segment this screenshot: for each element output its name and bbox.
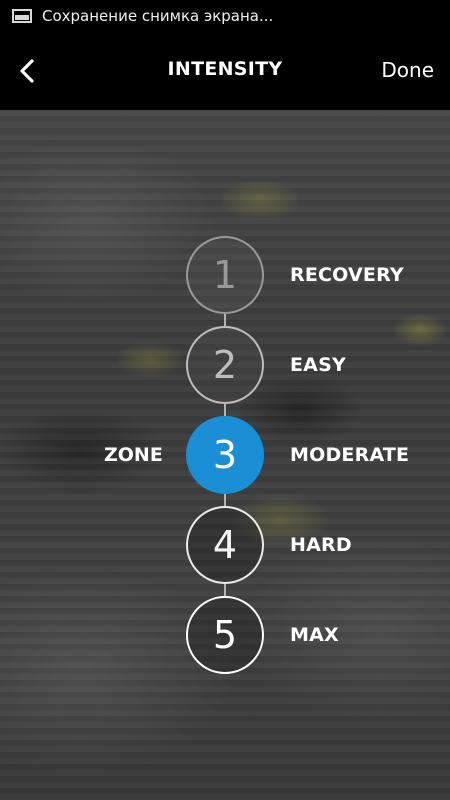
zone-option-1[interactable]: 1 RECOVERY (0, 236, 450, 314)
zone-option-4[interactable]: 4 HARD (0, 506, 450, 584)
zone-label: HARD (290, 534, 352, 556)
zone-number: 4 (186, 506, 264, 584)
zone-connector (224, 494, 226, 506)
zone-connector (224, 404, 226, 416)
zone-option-5[interactable]: 5 MAX (0, 596, 450, 674)
zone-label: EASY (290, 354, 346, 376)
zone-number: 5 (186, 596, 264, 674)
intensity-screen: Сохранение снимка экрана... INTENSITY Do… (0, 0, 450, 800)
zone-number: 2 (186, 326, 264, 404)
zone-number-selected: 3 (186, 416, 264, 494)
zone-option-2[interactable]: 2 EASY (0, 326, 450, 404)
zone-side-label: ZONE (104, 444, 163, 466)
zone-connector (224, 314, 226, 326)
zone-option-3[interactable]: ZONE 3 MODERATE (0, 416, 450, 494)
zone-selector: 1 RECOVERY 2 EASY ZONE 3 MODERATE 4 HARD… (0, 0, 450, 800)
zone-label: MAX (290, 624, 339, 646)
zone-label: MODERATE (290, 444, 410, 466)
zone-number: 1 (186, 236, 264, 314)
zone-label: RECOVERY (290, 264, 404, 286)
zone-connector (224, 584, 226, 596)
